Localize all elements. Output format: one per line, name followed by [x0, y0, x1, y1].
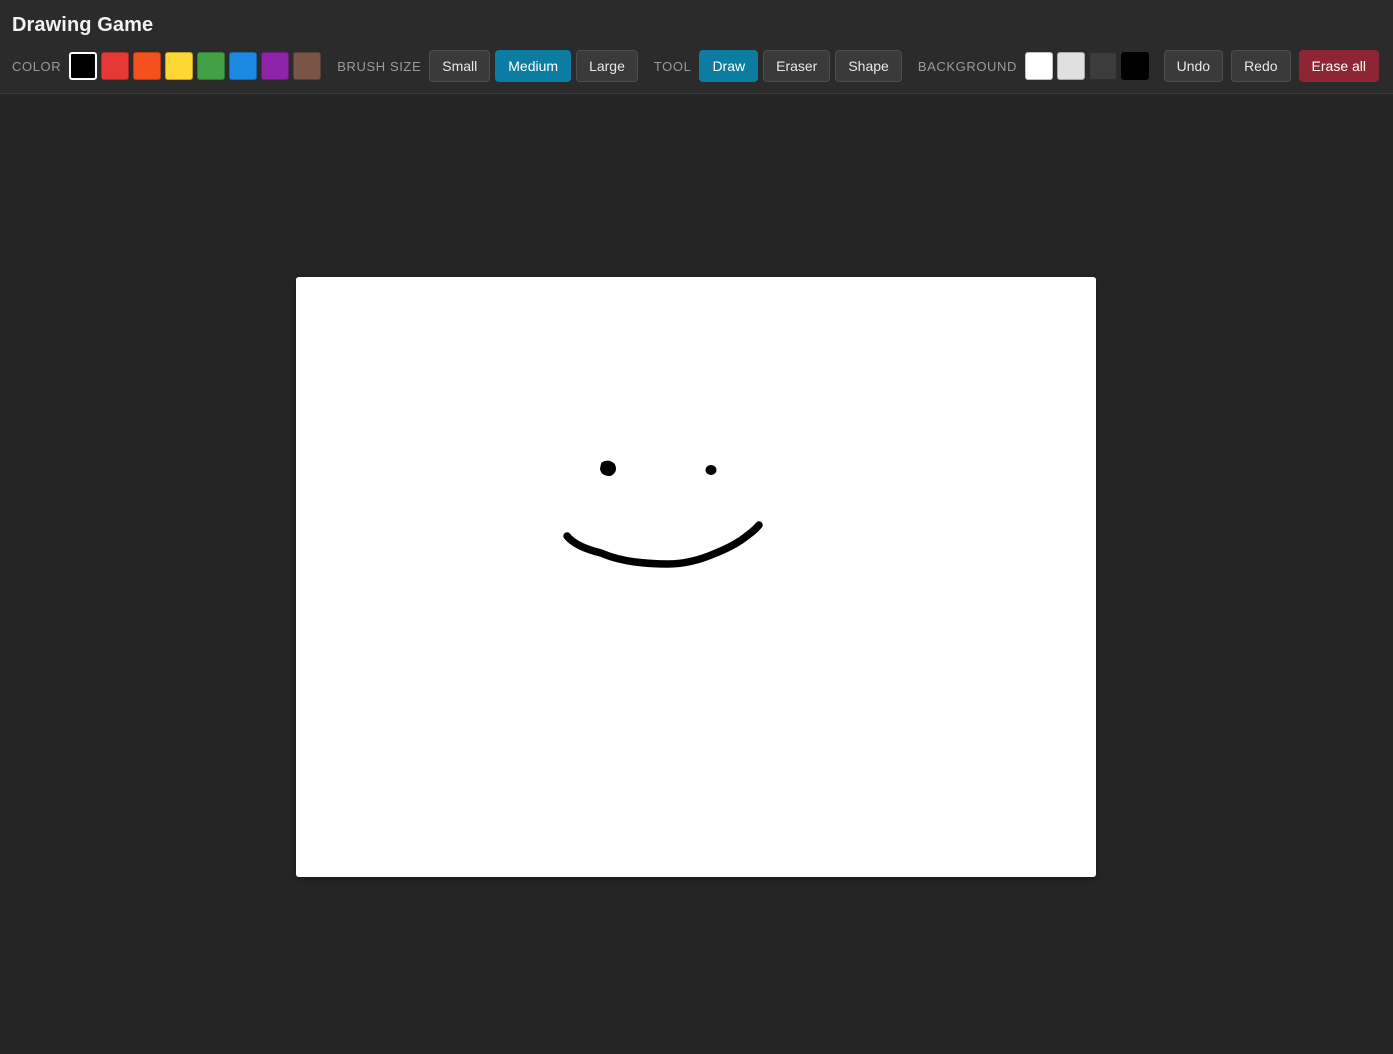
brush-size-group: Small Medium Large — [429, 50, 638, 82]
color-swatch-orange[interactable] — [133, 52, 162, 80]
brush-size-label: BRUSH SIZE — [337, 58, 422, 74]
undo-button[interactable]: Undo — [1163, 50, 1224, 82]
color-swatch-red[interactable] — [101, 52, 130, 80]
erase-all-button[interactable]: Erase all — [1298, 50, 1379, 82]
drawing-canvas[interactable] — [296, 277, 1096, 877]
color-swatch-purple[interactable] — [261, 52, 290, 80]
color-swatch-green[interactable] — [197, 52, 226, 80]
color-swatch-blue[interactable] — [229, 52, 258, 80]
background-swatches — [1025, 52, 1150, 80]
tool-group: Draw Eraser Shape — [699, 50, 902, 82]
app-title: Drawing Game — [12, 14, 154, 36]
redo-button[interactable]: Redo — [1231, 50, 1291, 82]
canvas-background — [296, 277, 1096, 877]
color-swatch-black[interactable] — [69, 52, 98, 80]
color-swatch-yellow[interactable] — [165, 52, 194, 80]
brush-size-large-button[interactable]: Large — [576, 50, 638, 82]
right-eye-stroke — [705, 465, 717, 475]
brush-size-medium-button[interactable]: Medium — [495, 50, 572, 82]
background-label: BACKGROUND — [917, 58, 1018, 74]
tool-label: TOOL — [653, 58, 692, 74]
background-swatch-light-gray[interactable] — [1057, 52, 1086, 80]
top-bar: Drawing Game COLOR BRUSH SIZE Small Medi… — [0, 0, 1393, 94]
history-actions: Undo Redo Erase all — [1163, 50, 1379, 82]
tool-eraser-button[interactable]: Eraser — [763, 50, 831, 82]
background-swatch-white[interactable] — [1025, 52, 1054, 80]
tool-draw-button[interactable]: Draw — [699, 50, 759, 82]
left-eye-stroke — [600, 460, 616, 476]
toolbar: COLOR BRUSH SIZE Small Medium Large TOOL… — [12, 50, 1379, 82]
color-swatch-brown[interactable] — [293, 52, 322, 80]
color-swatches — [69, 52, 322, 80]
brush-size-small-button[interactable]: Small — [429, 50, 491, 82]
background-swatch-dark-gray[interactable] — [1089, 52, 1118, 80]
background-swatch-black[interactable] — [1121, 52, 1150, 80]
color-label: COLOR — [12, 58, 62, 74]
tool-shape-button[interactable]: Shape — [835, 50, 902, 82]
drawing-surface[interactable] — [296, 277, 1096, 877]
